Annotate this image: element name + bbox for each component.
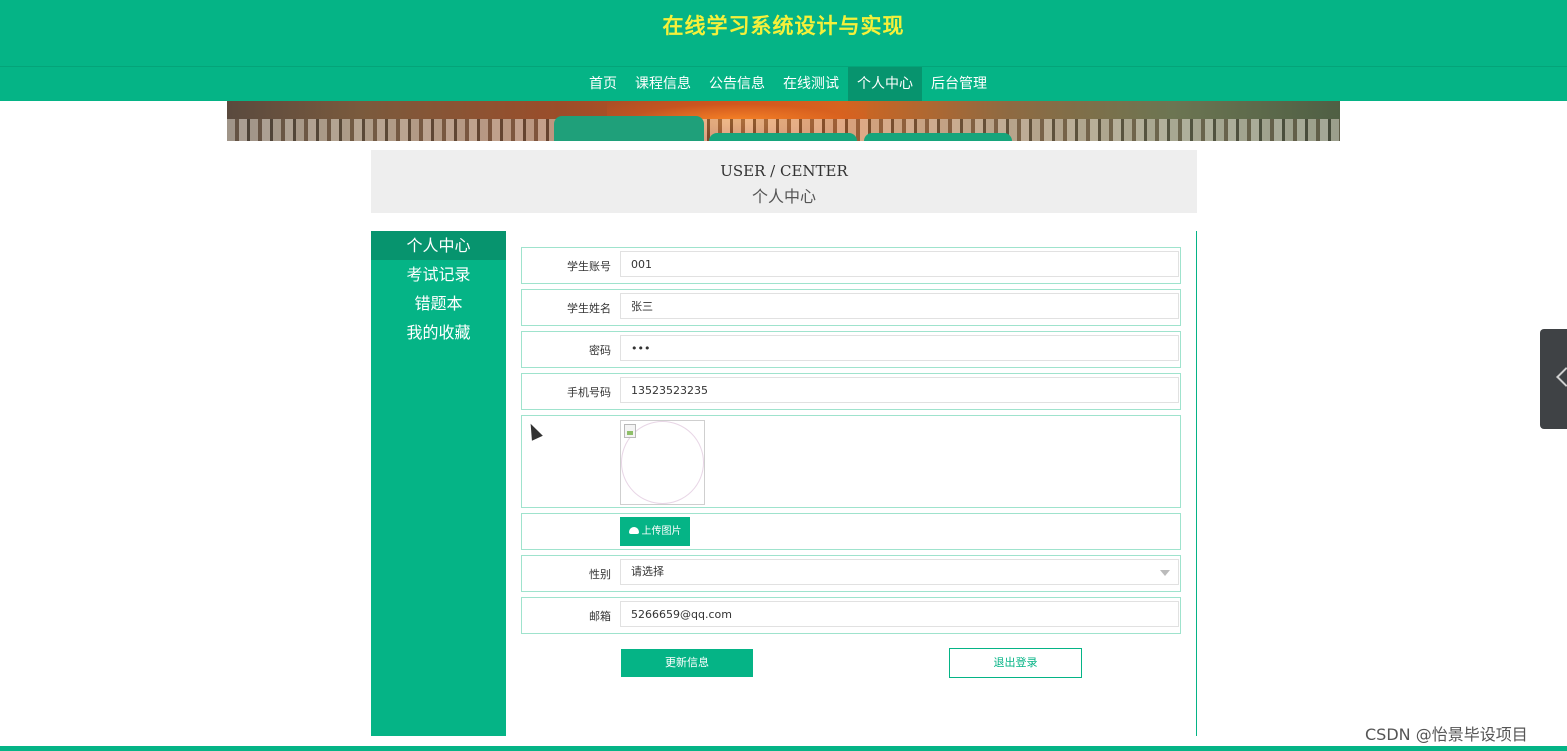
form-row-email: 邮箱 [521, 597, 1181, 634]
section-title-en: USER / CENTER [720, 162, 848, 180]
form-row-avatar [521, 415, 1181, 508]
form-row-name: 学生姓名 [521, 289, 1181, 326]
user-sidebar: 个人中心 考试记录 错题本 我的收藏 [371, 231, 506, 736]
nav-item-online-test[interactable]: 在线测试 [774, 67, 848, 101]
form-row-upload: 上传图片 [521, 513, 1181, 550]
chevron-down-icon [1160, 570, 1170, 576]
nav-items: 首页 课程信息 公告信息 在线测试 个人中心 后台管理 [580, 67, 996, 101]
update-info-button[interactable]: 更新信息 [621, 649, 753, 677]
footer-bar [0, 746, 1567, 751]
account-input[interactable] [620, 251, 1179, 277]
email-label: 邮箱 [589, 610, 611, 623]
phone-label: 手机号码 [567, 386, 611, 399]
side-drawer-handle[interactable] [1540, 329, 1567, 429]
gender-label: 性别 [589, 568, 611, 581]
name-input[interactable] [620, 293, 1179, 319]
nav-item-user-center[interactable]: 个人中心 [848, 67, 922, 101]
gender-select-value: 请选择 [631, 565, 664, 578]
form-row-phone: 手机号码 [521, 373, 1181, 410]
name-label: 学生姓名 [567, 302, 611, 315]
sidebar-item-wrong-questions[interactable]: 错题本 [371, 289, 506, 318]
banner-tab-3 [864, 133, 1012, 141]
gender-select[interactable]: 请选择 [620, 559, 1179, 585]
section-header: USER / CENTER 个人中心 [371, 150, 1197, 213]
account-label: 学生账号 [567, 260, 611, 273]
password-input[interactable] [620, 335, 1179, 361]
broken-image-icon [624, 424, 636, 438]
section-title-cn: 个人中心 [751, 187, 816, 206]
nav-item-admin[interactable]: 后台管理 [922, 67, 996, 101]
banner-image [227, 101, 1340, 141]
upload-image-button[interactable]: 上传图片 [620, 517, 690, 546]
sidebar-item-user-center[interactable]: 个人中心 [371, 231, 506, 260]
banner-tab-1 [554, 116, 704, 141]
sidebar-item-favorites[interactable]: 我的收藏 [371, 318, 506, 347]
site-title: 在线学习系统设计与实现 [662, 14, 905, 38]
content-border [1196, 231, 1197, 736]
cloud-upload-icon [628, 526, 639, 534]
phone-input[interactable] [620, 377, 1179, 403]
page: 在线学习系统设计与实现 首页 课程信息 公告信息 在线测试 个人中心 后台管理 … [0, 0, 1567, 751]
form-row-gender: 性别 请选择 [521, 555, 1181, 592]
banner-tab-2 [709, 133, 857, 141]
nav-item-courses[interactable]: 课程信息 [626, 67, 700, 101]
upload-label: 上传图片 [641, 526, 682, 537]
logout-button[interactable]: 退出登录 [949, 648, 1082, 678]
form-row-password: 密码 [521, 331, 1181, 368]
form-row-account: 学生账号 [521, 247, 1181, 284]
sidebar-item-exam-records[interactable]: 考试记录 [371, 260, 506, 289]
top-header: 在线学习系统设计与实现 [0, 0, 1567, 66]
nav-item-announcements[interactable]: 公告信息 [700, 67, 774, 101]
watermark: CSDN @怡景毕设项目 [1365, 725, 1528, 744]
nav-item-home[interactable]: 首页 [580, 67, 626, 101]
avatar-preview [620, 420, 705, 505]
password-label: 密码 [589, 344, 611, 357]
email-input[interactable] [620, 601, 1179, 627]
main-navbar: 首页 课程信息 公告信息 在线测试 个人中心 后台管理 [0, 66, 1567, 101]
chevron-left-icon [1556, 367, 1567, 387]
